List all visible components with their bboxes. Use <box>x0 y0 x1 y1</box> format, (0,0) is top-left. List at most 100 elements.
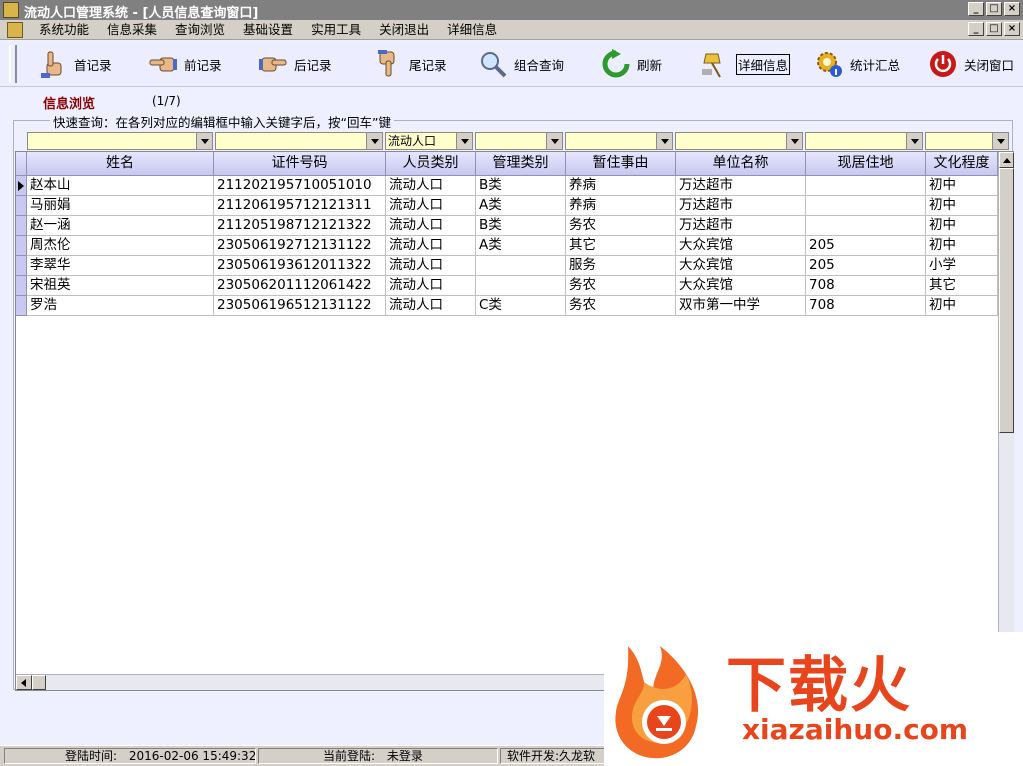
cell-education[interactable]: 初中 <box>926 296 998 316</box>
cell-education[interactable]: 初中 <box>926 176 998 196</box>
cell-education[interactable]: 小学 <box>926 256 998 276</box>
scroll-left-icon[interactable] <box>16 675 32 690</box>
cell-residence[interactable]: 205 <box>806 236 926 256</box>
cell-reason[interactable]: 养病 <box>566 196 676 216</box>
cell-residence[interactable]: 708 <box>806 276 926 296</box>
cell-person-type[interactable]: 流动人口 <box>386 256 476 276</box>
next-record-button[interactable]: 后记录 <box>258 46 332 82</box>
prev-record-button[interactable]: 前记录 <box>148 46 222 82</box>
column-header-person-type[interactable]: 人员类别 <box>386 152 476 176</box>
cell-reason[interactable]: 务农 <box>566 296 676 316</box>
filter-mgmt-type[interactable] <box>475 132 563 150</box>
cell-id[interactable]: 211205198712121322 <box>214 216 386 236</box>
filter-id-number[interactable] <box>215 132 383 150</box>
cell-id[interactable]: 230506193612011322 <box>214 256 386 276</box>
vertical-scrollbar[interactable] <box>998 152 1014 672</box>
row-header[interactable] <box>16 196 27 216</box>
close-window-button[interactable]: 关闭窗口 <box>928 46 1014 82</box>
cell-employer[interactable]: 万达超市 <box>676 196 806 216</box>
column-header-reason[interactable]: 暂住事由 <box>566 152 676 176</box>
cell-reason[interactable]: 服务 <box>566 256 676 276</box>
row-header[interactable] <box>16 256 27 276</box>
cell-employer[interactable]: 大众宾馆 <box>676 236 806 256</box>
horizontal-scroll-thumb[interactable] <box>32 675 46 690</box>
cell-education[interactable]: 其它 <box>926 276 998 296</box>
filter-person-type[interactable]: 流动人口 <box>385 132 473 150</box>
chevron-down-icon[interactable] <box>546 133 562 149</box>
maximize-button[interactable]: □ <box>986 2 1002 16</box>
combo-query-button[interactable]: 组合查询 <box>478 46 564 82</box>
menu-exit[interactable]: 关闭退出 <box>370 22 438 38</box>
cell-education[interactable]: 初中 <box>926 216 998 236</box>
cell-employer[interactable]: 万达超市 <box>676 176 806 196</box>
cell-name[interactable]: 赵一涵 <box>27 216 214 236</box>
cell-mgmt-type[interactable]: B类 <box>476 176 566 196</box>
cell-residence[interactable] <box>806 216 926 236</box>
menu-tools[interactable]: 实用工具 <box>302 22 370 38</box>
cell-education[interactable]: 初中 <box>926 196 998 216</box>
cell-person-type[interactable]: 流动人口 <box>386 216 476 236</box>
cell-mgmt-type[interactable] <box>476 256 566 276</box>
cell-person-type[interactable]: 流动人口 <box>386 276 476 296</box>
cell-name[interactable]: 马丽娟 <box>27 196 214 216</box>
mdi-close-button[interactable]: × <box>1004 22 1020 36</box>
cell-person-type[interactable]: 流动人口 <box>386 236 476 256</box>
cell-id[interactable]: 230506192712131122 <box>214 236 386 256</box>
row-header[interactable] <box>16 276 27 296</box>
cell-name[interactable]: 李翠华 <box>27 256 214 276</box>
cell-name[interactable]: 周杰伦 <box>27 236 214 256</box>
column-header-id[interactable]: 证件号码 <box>214 152 386 176</box>
statistics-button[interactable]: 统计汇总 <box>814 46 900 82</box>
chevron-down-icon[interactable] <box>456 133 472 149</box>
cell-person-type[interactable]: 流动人口 <box>386 176 476 196</box>
menu-query[interactable]: 查询浏览 <box>166 22 234 38</box>
cell-id[interactable]: 230506201112061422 <box>214 276 386 296</box>
data-grid[interactable]: 姓名 证件号码 人员类别 管理类别 暂住事由 单位名称 现居住地 文化程度 赵本… <box>15 151 1014 691</box>
column-header-employer[interactable]: 单位名称 <box>676 152 806 176</box>
vertical-scroll-thumb[interactable] <box>999 168 1014 433</box>
cell-name[interactable]: 罗浩 <box>27 296 214 316</box>
cell-residence[interactable] <box>806 176 926 196</box>
filter-reason[interactable] <box>565 132 673 150</box>
filter-name[interactable] <box>27 132 213 150</box>
cell-id[interactable]: 211202195710051010 <box>214 176 386 196</box>
cell-mgmt-type[interactable]: A类 <box>476 196 566 216</box>
column-header-education[interactable]: 文化程度 <box>926 152 998 176</box>
filter-employer[interactable] <box>675 132 803 150</box>
mdi-restore-button[interactable]: □ <box>986 22 1002 36</box>
row-header[interactable] <box>16 296 27 316</box>
filter-residence[interactable] <box>805 132 923 150</box>
cell-education[interactable]: 初中 <box>926 236 998 256</box>
cell-name[interactable]: 赵本山 <box>27 176 214 196</box>
cell-id[interactable]: 211206195712121311 <box>214 196 386 216</box>
menu-settings[interactable]: 基础设置 <box>234 22 302 38</box>
chevron-down-icon[interactable] <box>656 133 672 149</box>
cell-person-type[interactable]: 流动人口 <box>386 296 476 316</box>
cell-residence[interactable]: 708 <box>806 296 926 316</box>
cell-id[interactable]: 230506196512131122 <box>214 296 386 316</box>
cell-residence[interactable] <box>806 196 926 216</box>
cell-mgmt-type[interactable]: B类 <box>476 216 566 236</box>
cell-mgmt-type[interactable] <box>476 276 566 296</box>
refresh-button[interactable]: 刷新 <box>601 46 662 82</box>
column-header-mgmt-type[interactable]: 管理类别 <box>476 152 566 176</box>
chevron-down-icon[interactable] <box>196 133 212 149</box>
filter-education[interactable] <box>925 132 1009 150</box>
column-header-name[interactable]: 姓名 <box>27 152 214 176</box>
row-header[interactable] <box>16 216 27 236</box>
cell-reason[interactable]: 养病 <box>566 176 676 196</box>
cell-reason[interactable]: 务农 <box>566 276 676 296</box>
row-header[interactable] <box>16 236 27 256</box>
minimize-button[interactable]: _ <box>968 2 984 16</box>
chevron-down-icon[interactable] <box>786 133 802 149</box>
menu-collect[interactable]: 信息采集 <box>98 22 166 38</box>
scroll-up-icon[interactable] <box>999 152 1014 168</box>
cell-name[interactable]: 宋祖英 <box>27 276 214 296</box>
menu-detail[interactable]: 详细信息 <box>438 22 506 38</box>
cell-mgmt-type[interactable]: A类 <box>476 236 566 256</box>
chevron-down-icon[interactable] <box>992 133 1008 149</box>
cell-mgmt-type[interactable]: C类 <box>476 296 566 316</box>
cell-residence[interactable]: 205 <box>806 256 926 276</box>
chevron-down-icon[interactable] <box>906 133 922 149</box>
cell-reason[interactable]: 务农 <box>566 216 676 236</box>
